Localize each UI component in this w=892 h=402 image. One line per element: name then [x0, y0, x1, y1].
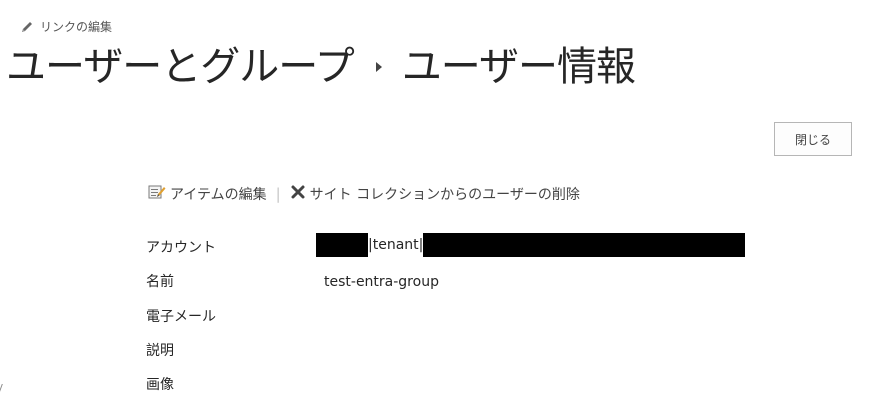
account-value: |tenant| [316, 233, 746, 257]
breadcrumb-parent-link[interactable]: ユーザーとグループ [6, 40, 355, 94]
account-label: アカウント [146, 240, 216, 256]
edit-item-label: アイテムの編集 [170, 187, 267, 203]
edit-links-button[interactable]: リンクの編集 [20, 18, 112, 35]
name-label: 名前 [146, 274, 174, 290]
redacted-block [423, 233, 746, 257]
picture-label: 画像 [146, 377, 174, 393]
edit-links-label: リンクの編集 [40, 20, 113, 34]
redacted-block [316, 233, 368, 257]
chevron-right-icon [375, 62, 382, 72]
user-information-page: リンクの編集 ユーザーとグループ ユーザー情報 閉じる アイテムの編集 | サイ… [0, 0, 892, 402]
email-label: 電子メール [146, 309, 216, 325]
toolbar-divider: | [275, 185, 281, 203]
item-toolbar: アイテムの編集 | サイト コレクションからのユーザーの削除 [148, 184, 580, 204]
edit-item-button[interactable]: アイテムの編集 [148, 184, 267, 204]
scroll-edge-mark [0, 384, 6, 394]
page-title: ユーザーとグループ ユーザー情報 [6, 40, 636, 94]
name-value: test-entra-group [324, 274, 439, 290]
remove-user-button[interactable]: サイト コレクションからのユーザーの削除 [290, 184, 580, 204]
edit-item-icon [148, 184, 166, 204]
close-button[interactable]: 閉じる [774, 122, 852, 156]
delete-x-icon [290, 184, 306, 204]
pencil-icon [20, 20, 34, 34]
remove-user-label: サイト コレクションからのユーザーの削除 [309, 187, 580, 203]
breadcrumb-current: ユーザー情報 [401, 44, 636, 90]
description-label: 説明 [146, 343, 174, 359]
account-value-text: |tenant| [368, 237, 424, 253]
